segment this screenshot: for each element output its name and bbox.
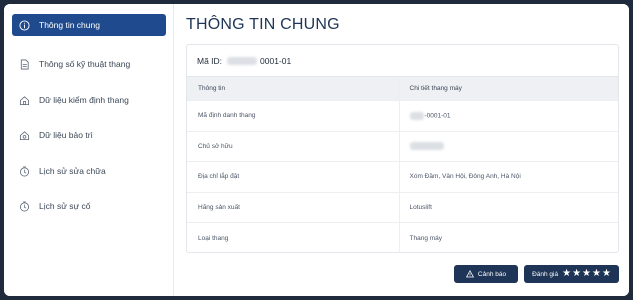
row-label: Loại thang bbox=[187, 222, 399, 254]
rating-label: Đánh giá bbox=[532, 270, 559, 278]
warning-button[interactable]: Cảnh báo bbox=[454, 265, 518, 283]
row-value: Lotuslift bbox=[398, 191, 618, 223]
sidebar-item-maintenance-data[interactable]: Dữ liệu bảo trì bbox=[12, 124, 166, 146]
sidebar-item-label: Dữ liệu kiểm định thang bbox=[39, 95, 129, 105]
sidebar-item-repair-history[interactable]: Lịch sử sửa chữa bbox=[12, 160, 166, 182]
redacted-text bbox=[409, 142, 444, 151]
id-label: Mã ID: bbox=[197, 55, 223, 66]
redacted-text bbox=[227, 56, 258, 65]
info-table: Thông tin Chi tiết thang máy Mã định dan… bbox=[187, 76, 618, 254]
sidebar-item-inspection-data[interactable]: Dữ liệu kiểm định thang bbox=[12, 89, 166, 111]
star-icon[interactable]: ★ bbox=[562, 269, 571, 279]
row-label: Chủ sở hữu bbox=[187, 130, 399, 162]
clock-icon bbox=[19, 166, 30, 177]
row-label: Hãng sản xuất bbox=[187, 191, 399, 223]
info-icon bbox=[19, 19, 30, 31]
info-card: Mã ID: 0001-01 Thông tin Chi tiết thang … bbox=[186, 44, 619, 254]
house-gear-icon bbox=[19, 130, 30, 141]
row-value-text: -0001-01 bbox=[424, 112, 451, 120]
house-icon bbox=[19, 95, 30, 106]
row-label: Mã định danh thang bbox=[187, 100, 399, 132]
star-icon[interactable]: ★ bbox=[572, 269, 581, 279]
sidebar-item-label: Lịch sử sự cố bbox=[39, 201, 91, 211]
sidebar-item-label: Thông tin chung bbox=[39, 20, 100, 30]
sidebar-item-tech-specs[interactable]: Thông số kỹ thuật thang bbox=[12, 53, 166, 75]
warning-icon bbox=[465, 270, 474, 278]
table-row: Hãng sản xuất Lotuslift bbox=[187, 191, 618, 223]
sidebar-item-general-info[interactable]: Thông tin chung bbox=[12, 14, 166, 36]
document-icon bbox=[19, 59, 30, 70]
app-window: Thông tin chung Thông số kỹ thuật thang … bbox=[4, 4, 629, 296]
row-value: Thang máy bbox=[398, 222, 618, 254]
id-row: Mã ID: 0001-01 bbox=[187, 45, 618, 76]
star-icon[interactable]: ★ bbox=[602, 269, 611, 279]
sidebar-item-label: Lịch sử sửa chữa bbox=[39, 166, 106, 176]
star-icon[interactable]: ★ bbox=[592, 269, 601, 279]
row-value: -0001-01 bbox=[398, 100, 618, 132]
rating-button[interactable]: Đánh giá ★ ★ ★ ★ ★ bbox=[524, 265, 619, 283]
sidebar: Thông tin chung Thông số kỹ thuật thang … bbox=[4, 4, 174, 296]
table-row: Loại thang Thang máy bbox=[187, 222, 618, 254]
rating-stars: ★ ★ ★ ★ ★ bbox=[562, 269, 611, 279]
id-value: 0001-01 bbox=[260, 55, 292, 66]
star-icon[interactable]: ★ bbox=[582, 269, 591, 279]
sidebar-item-label: Dữ liệu bảo trì bbox=[39, 130, 93, 140]
table-row: Địa chỉ lắp đặt Xóm Đầm, Vân Hội, Đông A… bbox=[187, 161, 618, 193]
row-value: Xóm Đầm, Vân Hội, Đông Anh, Hà Nội bbox=[398, 161, 618, 193]
table-header-row: Thông tin Chi tiết thang máy bbox=[187, 76, 618, 101]
sidebar-item-label: Thông số kỹ thuật thang bbox=[39, 59, 131, 69]
table-row: Mã định danh thang -0001-01 bbox=[187, 100, 618, 132]
row-value bbox=[398, 130, 618, 162]
column-header-info: Thông tin bbox=[187, 76, 399, 101]
column-header-details: Chi tiết thang máy bbox=[398, 76, 618, 101]
warning-label: Cảnh báo bbox=[477, 270, 507, 278]
redacted-text bbox=[409, 111, 424, 120]
table-row: Chủ sở hữu bbox=[187, 130, 618, 162]
clock-icon bbox=[19, 201, 30, 212]
page-title: THÔNG TIN CHUNG bbox=[186, 16, 340, 33]
row-label: Địa chỉ lắp đặt bbox=[187, 161, 399, 193]
main-content: THÔNG TIN CHUNG Mã ID: 0001-01 Thông tin… bbox=[174, 4, 629, 296]
sidebar-item-incident-history[interactable]: Lịch sử sự cố bbox=[12, 195, 166, 217]
